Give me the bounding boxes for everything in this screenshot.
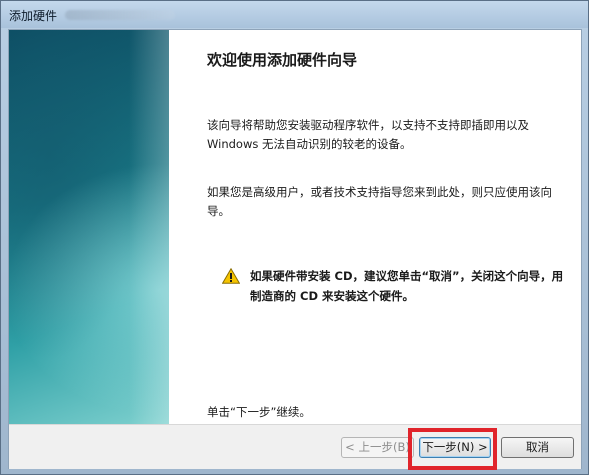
title-bar-blurred-area <box>65 10 175 20</box>
wizard-client-area: 欢迎使用添加硬件向导 该向导将帮助您安装驱动程序软件，以支持不支持即插即用以及 … <box>8 29 582 469</box>
warning-triangle-icon <box>222 268 240 284</box>
back-button[interactable]: < 上一步(B) <box>341 437 414 458</box>
add-hardware-window: 添加硬件 欢迎使用添加硬件向导 该向导将帮助您安装驱动程序软件，以支持不支持即插… <box>0 0 589 475</box>
page-title: 欢迎使用添加硬件向导 <box>207 51 358 69</box>
warning-text: 如果硬件带安装 CD，建议您单击“取消”，关闭这个向导，用制造商的 CD 来安装… <box>250 269 564 303</box>
continue-hint: 单击“下一步”继续。 <box>207 405 311 419</box>
intro-paragraph: 该向导将帮助您安装驱动程序软件，以支持不支持即插即用以及 Windows 无法自… <box>207 118 529 151</box>
next-button-highlight-box <box>408 428 497 470</box>
advanced-user-paragraph: 如果您是高级用户，或者技术支持指导您来到此处，则只应使用该向导。 <box>207 185 552 218</box>
wizard-content: 欢迎使用添加硬件向导 该向导将帮助您安装驱动程序软件，以支持不支持即插即用以及 … <box>169 30 581 424</box>
wizard-side-banner <box>9 30 169 424</box>
title-bar[interactable]: 添加硬件 <box>1 1 588 28</box>
side-banner-glow <box>129 30 169 424</box>
window-title: 添加硬件 <box>9 9 58 23</box>
cancel-button[interactable]: 取消 <box>501 437 574 458</box>
